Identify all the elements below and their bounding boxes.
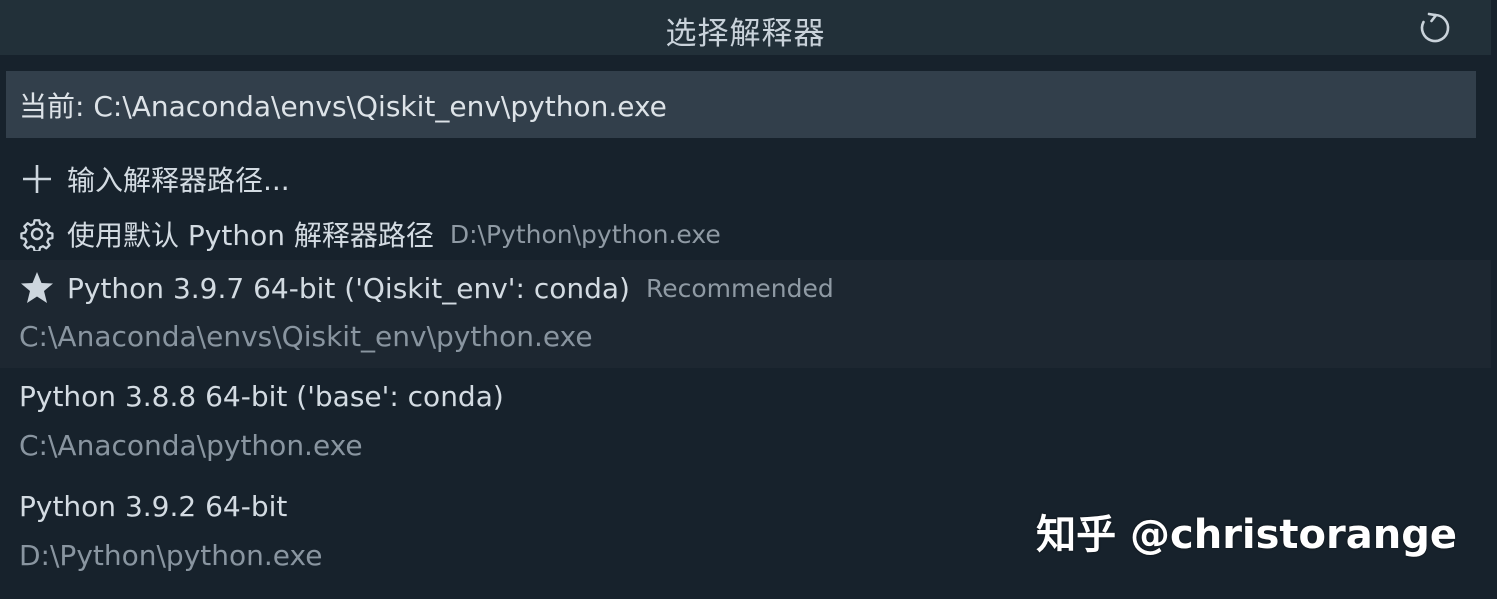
quick-pick-titlebar: 选择解释器 bbox=[0, 0, 1491, 55]
list-item-detail: D:\Python\python.exe bbox=[19, 539, 323, 572]
list-item-python-397-qiskit[interactable]: Python 3.9.7 64-bit ('Qiskit_env': conda… bbox=[0, 260, 1491, 368]
list-item-enter-path[interactable]: 输入解释器路径... bbox=[0, 152, 1491, 206]
list-item-label: 输入解释器路径... bbox=[67, 164, 290, 197]
quick-pick-input-box[interactable] bbox=[6, 71, 1476, 138]
interpreter-path-input[interactable] bbox=[6, 71, 1476, 138]
list-item-label: Python 3.8.8 64-bit ('base': conda) bbox=[19, 380, 504, 413]
watermark: 知乎 @christorange bbox=[1036, 512, 1457, 558]
quick-pick-title: 选择解释器 bbox=[665, 16, 826, 52]
list-item-detail: C:\Anaconda\python.exe bbox=[19, 429, 363, 462]
refresh-button[interactable] bbox=[1415, 8, 1455, 48]
star-icon bbox=[19, 270, 55, 306]
interpreter-quick-pick: 选择解释器 输入解释器路径... bbox=[0, 0, 1497, 599]
list-item-label: 使用默认 Python 解释器路径 bbox=[67, 219, 434, 252]
list-item-label: Python 3.9.2 64-bit bbox=[19, 490, 288, 523]
gear-icon bbox=[19, 216, 55, 252]
recommended-badge: Recommended bbox=[645, 273, 834, 303]
list-item-detail: C:\Anaconda\envs\Qiskit_env\python.exe bbox=[19, 320, 593, 353]
list-item-description: D:\Python\python.exe bbox=[449, 219, 721, 249]
plus-icon bbox=[19, 161, 55, 197]
list-item-label: Python 3.9.7 64-bit ('Qiskit_env': conda… bbox=[67, 271, 630, 305]
refresh-icon bbox=[1420, 12, 1450, 43]
list-item-python-388-base[interactable]: Python 3.8.8 64-bit ('base': conda) C:\A… bbox=[0, 370, 1491, 478]
list-item-default-path[interactable]: 使用默认 Python 解释器路径 D:\Python\python.exe bbox=[0, 206, 1491, 260]
